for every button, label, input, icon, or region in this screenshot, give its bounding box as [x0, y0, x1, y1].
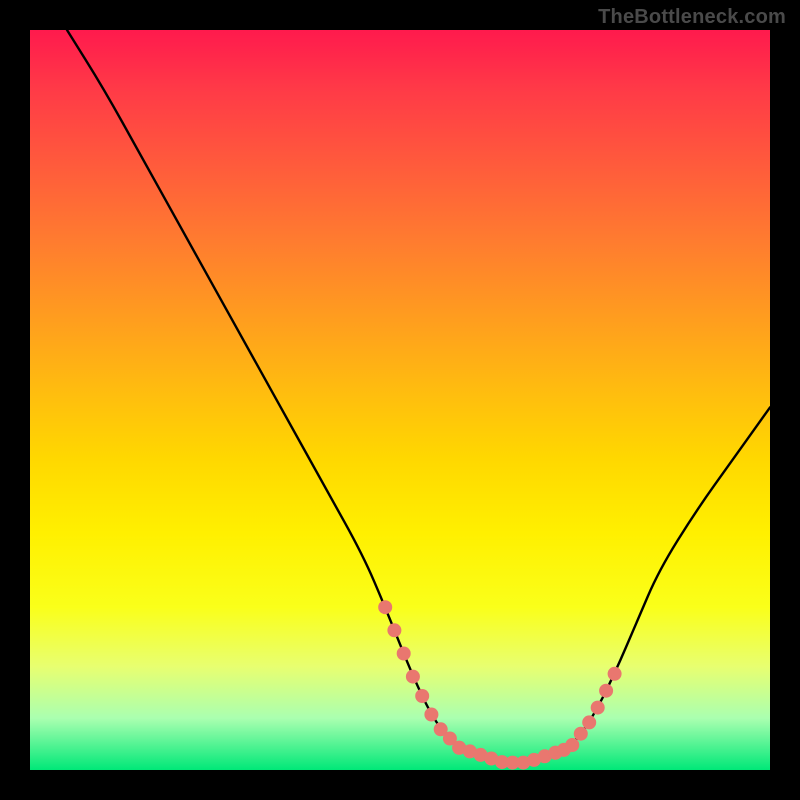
watermark-text: TheBottleneck.com — [598, 6, 786, 29]
curve-marker — [608, 667, 622, 681]
curve-marker — [387, 623, 401, 637]
main-curve — [67, 30, 770, 763]
curve-marker — [574, 727, 588, 741]
curve-marker — [591, 701, 605, 715]
curve-marker — [406, 670, 420, 684]
dot-cluster-floor — [452, 741, 562, 770]
plot-area — [30, 30, 770, 770]
outer-frame: TheBottleneck.com — [0, 0, 800, 800]
curve-marker — [397, 647, 411, 661]
curve-marker — [424, 708, 438, 722]
curve-marker — [599, 684, 613, 698]
curve-marker — [415, 689, 429, 703]
curve-marker — [378, 600, 392, 614]
curve-svg — [30, 30, 770, 770]
curve-marker — [565, 738, 579, 752]
curve-marker — [582, 715, 596, 729]
